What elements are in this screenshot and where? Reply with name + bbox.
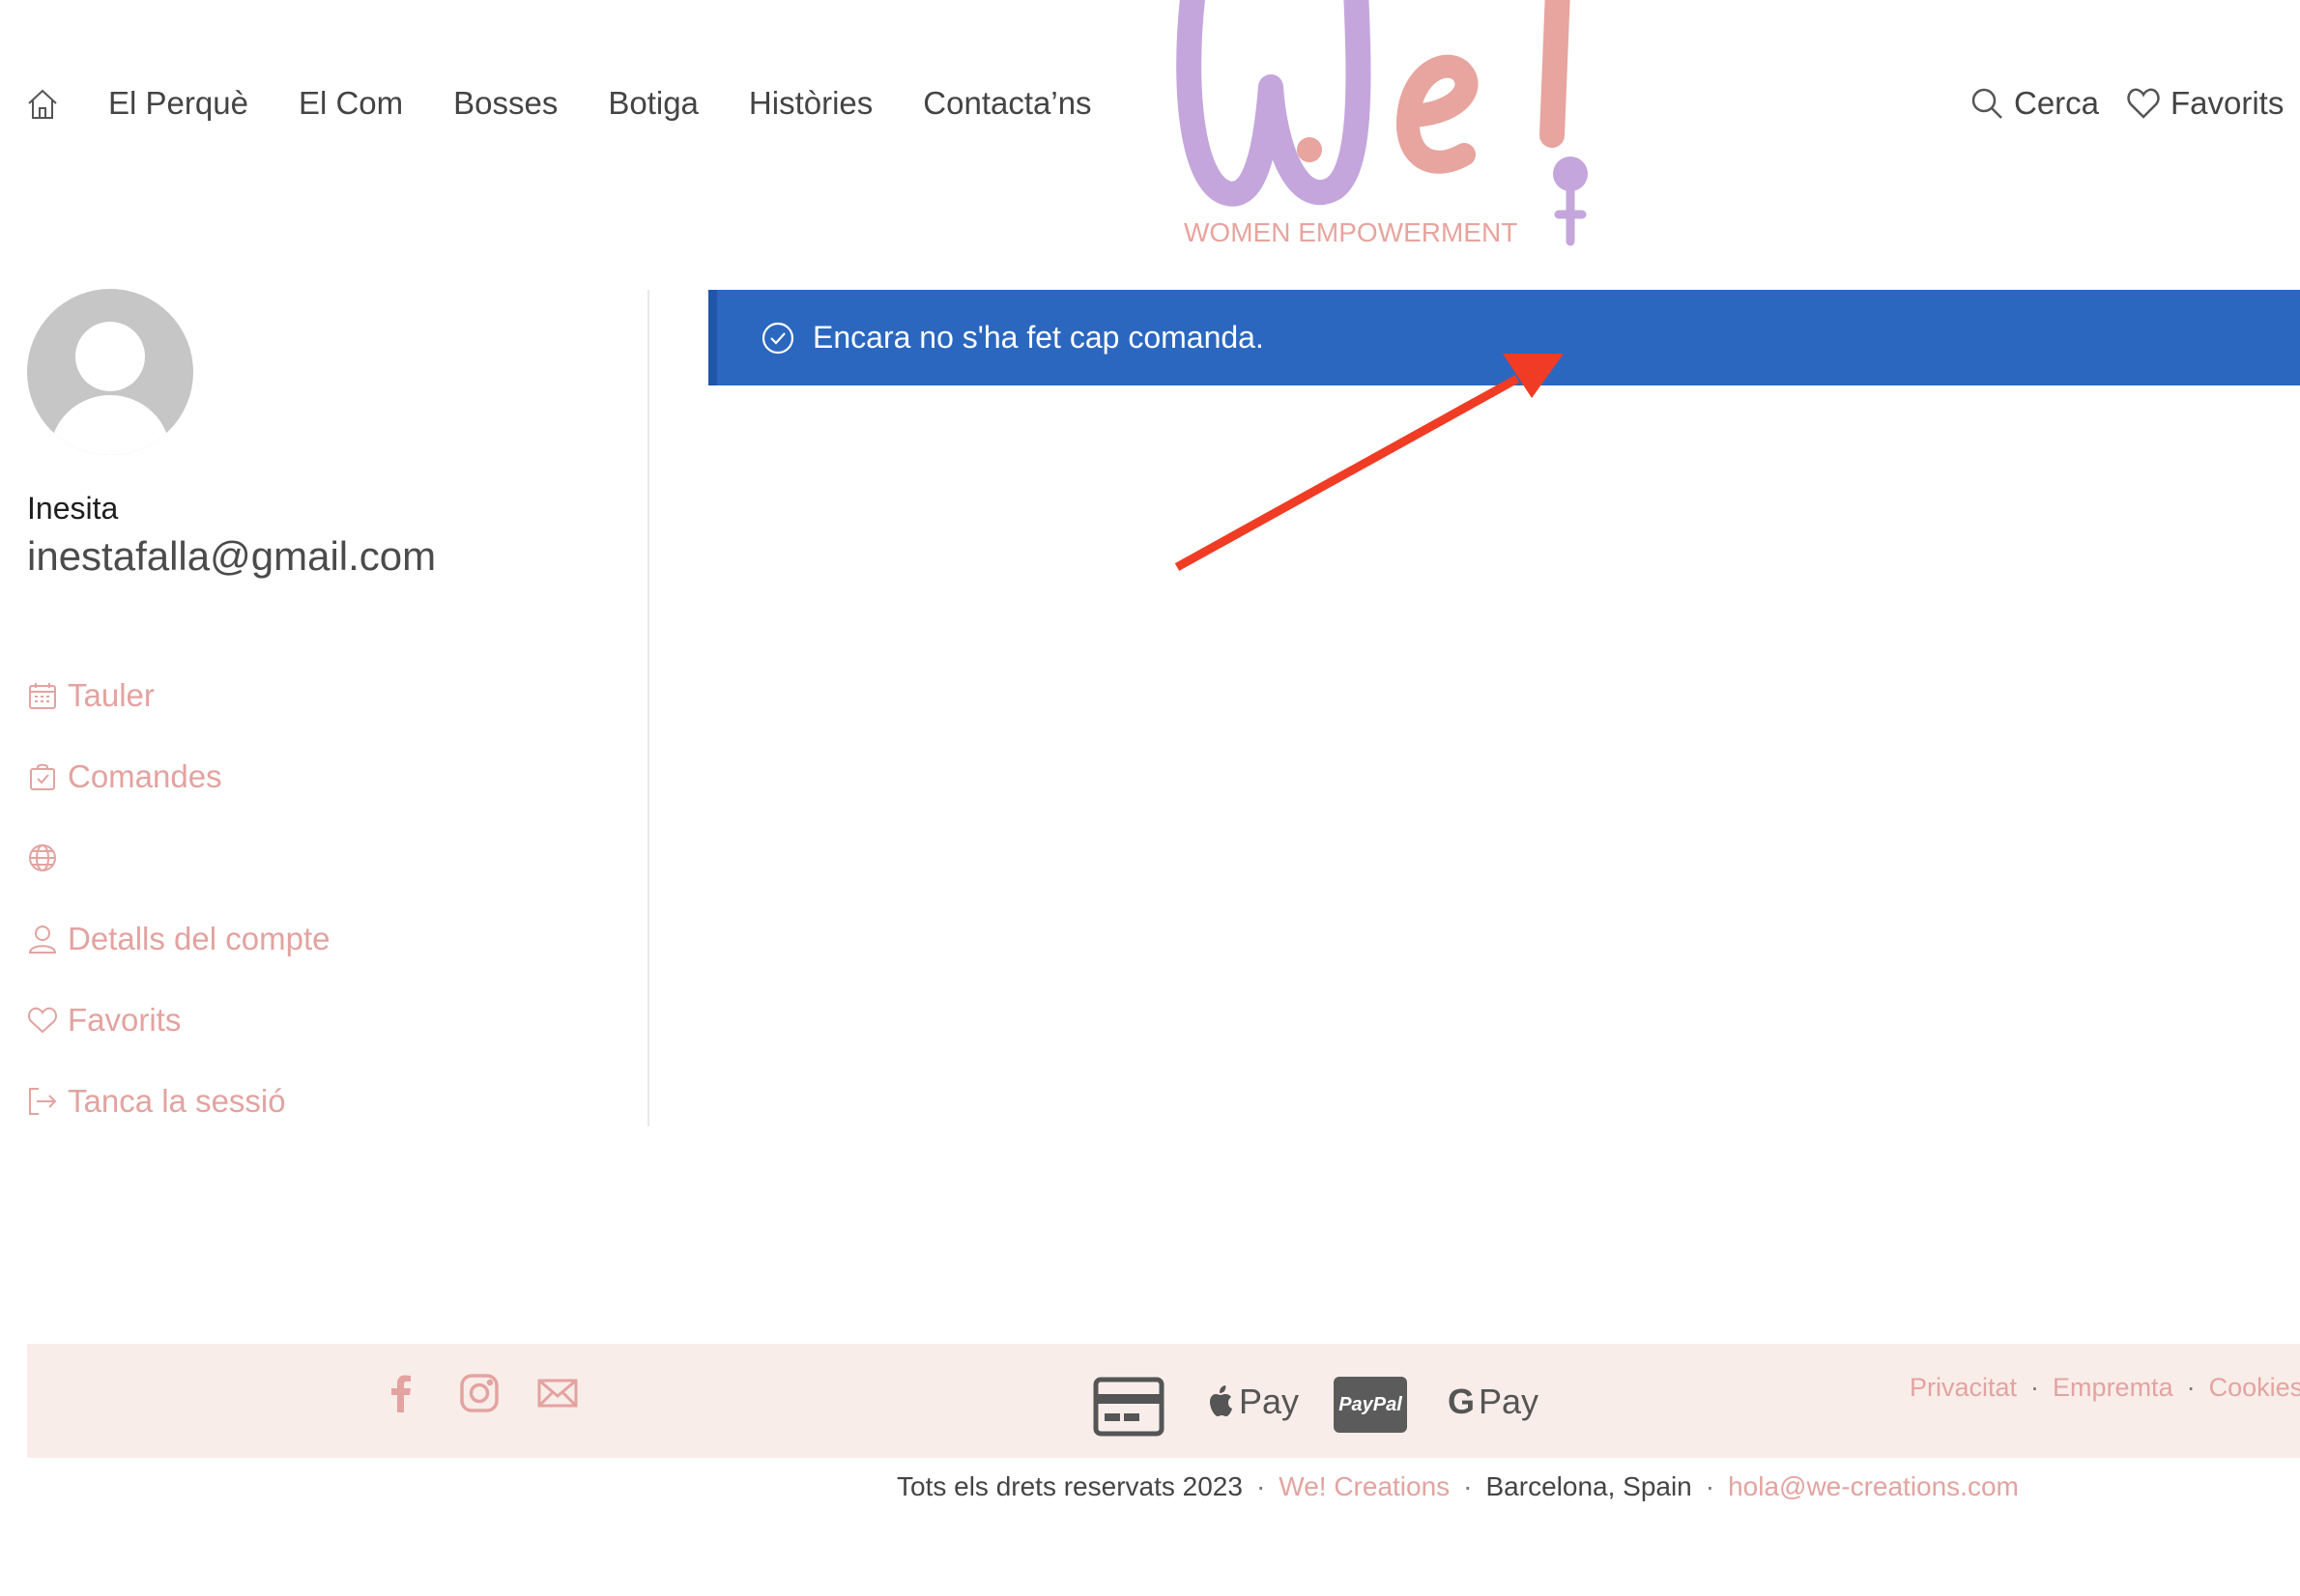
facebook-icon[interactable] bbox=[380, 1372, 422, 1414]
main-nav: El Perquè El Com Bosses Botiga Històries… bbox=[108, 85, 1092, 122]
account-menu: Tauler Comandes Detalls del compte Favor… bbox=[27, 655, 330, 1142]
search-link[interactable]: Cerca bbox=[1969, 85, 2099, 122]
search-icon bbox=[1971, 88, 2002, 119]
sidebar-item-globe[interactable] bbox=[27, 817, 330, 898]
logout-icon bbox=[29, 1088, 57, 1115]
separator-dot: · bbox=[1463, 1471, 1473, 1501]
copyright-line: Tots els drets reservats 2023 · We! Crea… bbox=[897, 1471, 2019, 1502]
instagram-icon[interactable] bbox=[458, 1372, 501, 1414]
apple-pay-badge: Pay bbox=[1208, 1382, 1299, 1422]
nav-histories[interactable]: Històries bbox=[749, 85, 873, 122]
apple-icon bbox=[1210, 1385, 1232, 1416]
user-email: inestafalla@gmail.com bbox=[27, 533, 437, 579]
sidebar-item-label: Comandes bbox=[68, 758, 222, 794]
separator-dot: · bbox=[2030, 1373, 2040, 1402]
check-circle-icon bbox=[762, 322, 794, 354]
paypal-badge: PayPal bbox=[1334, 1377, 1407, 1433]
sidebar-item-logout[interactable]: Tanca la sessió bbox=[27, 1061, 330, 1142]
user-name: Inesita bbox=[27, 491, 119, 526]
sidebar-item-label: Tanca la sessió bbox=[68, 1083, 286, 1119]
avatar bbox=[27, 289, 193, 455]
copyright-text: Tots els drets reservats 2023 bbox=[897, 1471, 1243, 1501]
imprint-link[interactable]: Empremta bbox=[2053, 1373, 2173, 1403]
heart-icon bbox=[28, 1007, 57, 1034]
privacy-link[interactable]: Privacitat bbox=[1910, 1373, 2017, 1403]
sidebar-item-comandes[interactable]: Comandes bbox=[27, 736, 330, 817]
heart-icon bbox=[2127, 88, 2160, 119]
sidebar-item-label: Detalls del compte bbox=[68, 921, 331, 956]
google-pay-badge: G Pay bbox=[1448, 1382, 1538, 1422]
bag-check-icon bbox=[30, 763, 55, 790]
sidebar-item-detalls[interactable]: Detalls del compte bbox=[27, 898, 330, 980]
sidebar-item-label: Tauler bbox=[68, 677, 155, 713]
globe-icon bbox=[29, 844, 56, 871]
brand-link[interactable]: We! Creations bbox=[1279, 1471, 1450, 1502]
nav-contactans[interactable]: Contacta’ns bbox=[923, 85, 1091, 122]
nav-el-perque[interactable]: El Perquè bbox=[108, 85, 248, 122]
logo-tagline: WOMEN EMPOWERMENT bbox=[1184, 217, 1517, 247]
sidebar-item-tauler[interactable]: Tauler bbox=[27, 655, 330, 736]
credit-card-icon bbox=[1093, 1377, 1164, 1437]
paypal-label: PayPal bbox=[1338, 1393, 1402, 1415]
location-text: Barcelona, Spain bbox=[1485, 1471, 1692, 1501]
legal-links: Privacitat · Empremta · Cookies · bbox=[1910, 1373, 2300, 1403]
apple-pay-label: Pay bbox=[1239, 1382, 1300, 1421]
no-orders-notice: Encara no s'ha fet cap comanda. bbox=[708, 290, 2300, 385]
calendar-icon bbox=[29, 683, 56, 709]
nav-bosses[interactable]: Bosses bbox=[453, 85, 558, 122]
separator-dot: · bbox=[1705, 1471, 1715, 1501]
google-g-icon: G bbox=[1448, 1382, 1476, 1421]
separator-dot: · bbox=[2186, 1373, 2196, 1402]
favorites-label: Favorits bbox=[2171, 85, 2285, 121]
nav-botiga[interactable]: Botiga bbox=[608, 85, 699, 122]
sidebar-divider bbox=[647, 290, 649, 1126]
sidebar-item-label: Favorits bbox=[68, 1002, 182, 1038]
cookies-link[interactable]: Cookies bbox=[2209, 1373, 2300, 1403]
search-label: Cerca bbox=[2014, 85, 2100, 121]
logo[interactable]: WOMEN EMPOWERMENT bbox=[1174, 0, 1609, 251]
favorites-link[interactable]: Favorits bbox=[2126, 85, 2284, 122]
google-pay-label: Pay bbox=[1479, 1382, 1539, 1421]
sidebar-item-favorits[interactable]: Favorits bbox=[27, 980, 330, 1061]
email-link[interactable]: hola@we-creations.com bbox=[1728, 1471, 2019, 1502]
separator-dot: · bbox=[1255, 1471, 1266, 1501]
nav-el-com[interactable]: El Com bbox=[299, 85, 403, 122]
mail-icon[interactable] bbox=[536, 1372, 579, 1414]
user-icon bbox=[28, 926, 57, 954]
notice-text: Encara no s'ha fet cap comanda. bbox=[813, 320, 1264, 355]
home-icon[interactable] bbox=[25, 87, 60, 122]
